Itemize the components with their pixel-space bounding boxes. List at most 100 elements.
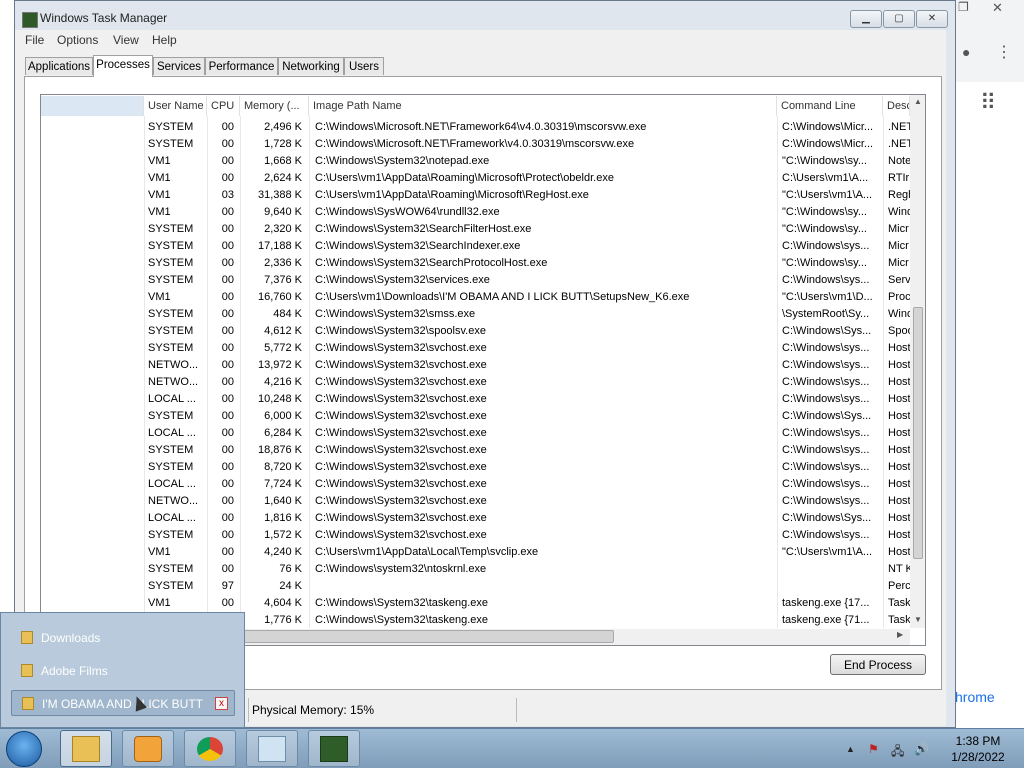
- clock[interactable]: 1:38 PM 1/28/2022: [938, 733, 1018, 765]
- table-row[interactable]: LOCAL ... 00 7,724 K C:\Windows\System32\sv…: [146, 476, 910, 493]
- table-row[interactable]: VM1 00 16,760 K C:\Users\vm1\Downloads\I'M …: [146, 289, 910, 306]
- apps-grid-icon[interactable]: ⠿: [980, 90, 996, 116]
- browser-menu-icon[interactable]: ⋮: [996, 42, 1012, 62]
- tab-processes[interactable]: Processes: [93, 55, 153, 77]
- table-row[interactable]: VM1 00 1,668 K C:\Windows\System32\notepad.…: [146, 153, 910, 170]
- row-command-line: C:\Windows\sys...: [782, 240, 870, 252]
- column-header-memory[interactable]: Memory (...: [240, 96, 309, 116]
- menu-options[interactable]: Options: [57, 33, 98, 47]
- row-image-path: C:\Windows\System32\taskeng.exe: [315, 597, 489, 609]
- end-process-button[interactable]: End Process: [830, 654, 926, 675]
- column-header-user-name[interactable]: User Name: [144, 96, 207, 116]
- table-row[interactable]: LOCAL ... 00 1,816 K C:\Windows\System32\sv…: [146, 510, 910, 527]
- table-row[interactable]: VM1 00 4,240 K C:\Users\vm1\AppData\Local\T…: [146, 544, 910, 561]
- row-memory: 484 K: [273, 308, 302, 320]
- tab-users[interactable]: Users: [344, 57, 384, 75]
- physical-memory-status: Physical Memory: 15%: [252, 703, 375, 717]
- menu-file[interactable]: File: [25, 33, 44, 47]
- table-row[interactable]: SYSTEM 00 5,772 K C:\Windows\System32\svcho…: [146, 340, 910, 357]
- menu-help[interactable]: Help: [152, 33, 177, 47]
- scroll-down-icon[interactable]: ▼: [914, 615, 922, 624]
- table-row[interactable]: SYSTEM 00 8,720 K C:\Windows\System32\svcho…: [146, 459, 910, 476]
- row-image-path: C:\Windows\System32\SearchFilterHost.exe: [315, 223, 532, 235]
- horizontal-scrollbar-thumb[interactable]: [242, 630, 614, 643]
- column-header-cpu[interactable]: CPU: [207, 96, 240, 116]
- table-row[interactable]: SYSTEM 00 6,000 K C:\Windows\System32\svcho…: [146, 408, 910, 425]
- row-cpu: 00: [221, 308, 234, 320]
- table-row[interactable]: LOCAL ... 00 10,248 K C:\Windows\System32\s…: [146, 391, 910, 408]
- status-divider: [248, 698, 249, 722]
- close-button[interactable]: ✕: [916, 10, 948, 28]
- vertical-scrollbar-thumb[interactable]: [913, 307, 923, 559]
- table-row[interactable]: LOCAL ... 00 6,284 K C:\Windows\System32\sv…: [146, 425, 910, 442]
- table-row[interactable]: SYSTEM 00 76 K C:\Windows\system32\ntoskrnl…: [146, 561, 910, 578]
- jumplist-item-downloads[interactable]: Downloads: [11, 625, 235, 651]
- table-row[interactable]: 001,776 KC:\Windows\System32\taskeng.exe…: [146, 612, 910, 629]
- table-row[interactable]: VM1 00 9,640 K C:\Windows\SysWOW64\rundll32…: [146, 204, 910, 221]
- row-user-name: SYSTEM: [148, 121, 194, 133]
- column-header-command-line[interactable]: Command Line: [777, 96, 883, 116]
- row-user-name: SYSTEM: [148, 240, 194, 252]
- row-image-path: C:\Users\vm1\AppData\Local\Temp\svclip.e…: [315, 546, 539, 558]
- table-row[interactable]: SYSTEM 00 18,876 K C:\Windows\System32\svch…: [146, 442, 910, 459]
- row-memory: 7,376 K: [264, 274, 302, 286]
- table-row[interactable]: NETWO... 00 13,972 K C:\Windows\System32\sv…: [146, 357, 910, 374]
- window-restore-icon[interactable]: ❐: [958, 0, 969, 14]
- table-row[interactable]: NETWO... 00 1,640 K C:\Windows\System32\svc…: [146, 493, 910, 510]
- remove-from-list-icon[interactable]: x: [215, 697, 228, 710]
- row-command-line: "C:\Users\vm1\A...: [782, 189, 873, 201]
- start-button[interactable]: [6, 731, 42, 767]
- table-row[interactable]: VM1 03 31,388 K C:\Users\vm1\AppData\Roamin…: [146, 187, 910, 204]
- row-user-name: VM1: [148, 291, 171, 303]
- table-row[interactable]: NETWO... 00 4,216 K C:\Windows\System32\svc…: [146, 374, 910, 391]
- scroll-up-icon[interactable]: ▲: [914, 97, 922, 106]
- window-close-icon[interactable]: ✕: [992, 0, 1003, 16]
- network-icon[interactable]: 🖧: [891, 742, 904, 763]
- action-center-icon[interactable]: ⚑: [868, 742, 879, 756]
- row-description: Serv: [888, 274, 910, 286]
- row-user-name: SYSTEM: [148, 563, 194, 575]
- row-memory: 8,720 K: [264, 461, 302, 473]
- minimize-button[interactable]: ▁: [850, 10, 882, 28]
- row-cpu: 00: [221, 121, 234, 133]
- row-memory: 7,724 K: [264, 478, 302, 490]
- row-command-line: C:\Windows\Micr...: [782, 121, 874, 133]
- show-hidden-icons[interactable]: ▲: [846, 744, 855, 754]
- taskbar-notepad[interactable]: [246, 730, 298, 767]
- column-header-image-path[interactable]: Image Path Name: [309, 96, 777, 116]
- table-row[interactable]: VM1 00 4,604 K C:\Windows\System32\taskeng.…: [146, 595, 910, 612]
- table-row[interactable]: SYSTEM 00 2,320 K C:\Windows\System32\Searc…: [146, 221, 910, 238]
- jumplist-item-obama-folder[interactable]: I'M OBAMA AND I LICK BUTT x: [11, 690, 235, 716]
- row-image-path: C:\Windows\System32\svchost.exe: [315, 342, 487, 354]
- table-row[interactable]: SYSTEM 00 2,336 K C:\Windows\System32\Searc…: [146, 255, 910, 272]
- tab-applications[interactable]: Applications: [25, 57, 93, 75]
- tab-networking[interactable]: Networking: [278, 57, 344, 75]
- table-row[interactable]: SYSTEM 00 4,612 K C:\Windows\System32\spool…: [146, 323, 910, 340]
- taskbar-chrome[interactable]: [184, 730, 236, 767]
- table-row[interactable]: SYSTEM 00 2,496 K C:\Windows\Microsoft.NET\…: [146, 119, 910, 136]
- maximize-button[interactable]: ▢: [883, 10, 915, 28]
- tab-services[interactable]: Services: [153, 57, 205, 75]
- table-row[interactable]: SYSTEM 00 7,376 K C:\Windows\System32\servi…: [146, 272, 910, 289]
- volume-icon[interactable]: 🔊: [914, 742, 929, 756]
- scroll-right-icon[interactable]: ▶: [897, 630, 903, 639]
- jumplist-item-adobe-films[interactable]: Adobe Films: [11, 658, 235, 684]
- row-cpu: 00: [221, 155, 234, 167]
- column-header-image-name[interactable]: [41, 96, 144, 116]
- table-row[interactable]: SYSTEM 00 1,572 K C:\Windows\System32\svcho…: [146, 527, 910, 544]
- column-header-description[interactable]: Desc: [883, 96, 910, 116]
- table-row[interactable]: SYSTEM 00 17,188 K C:\Windows\System32\Sear…: [146, 238, 910, 255]
- menu-view[interactable]: View: [113, 33, 139, 47]
- taskbar-media-player[interactable]: [122, 730, 174, 767]
- account-icon[interactable]: ●: [962, 44, 970, 60]
- tab-performance[interactable]: Performance: [205, 57, 278, 75]
- taskbar-explorer[interactable]: [60, 730, 112, 767]
- table-row[interactable]: SYSTEM 00 1,728 K C:\Windows\Microsoft.NET\…: [146, 136, 910, 153]
- taskbar-task-manager[interactable]: [308, 730, 360, 767]
- jumplist-item-label: Downloads: [41, 631, 101, 645]
- table-row[interactable]: VM1 00 2,624 K C:\Users\vm1\AppData\Roaming…: [146, 170, 910, 187]
- jumplist-item-label: I'M OBAMA AND I LICK BUTT: [42, 697, 203, 711]
- table-row[interactable]: SYSTEM 00 484 K C:\Windows\System32\smss.ex…: [146, 306, 910, 323]
- row-command-line: taskeng.exe {71...: [782, 614, 870, 626]
- table-row[interactable]: SYSTEM 97 24 K Perc: [146, 578, 910, 595]
